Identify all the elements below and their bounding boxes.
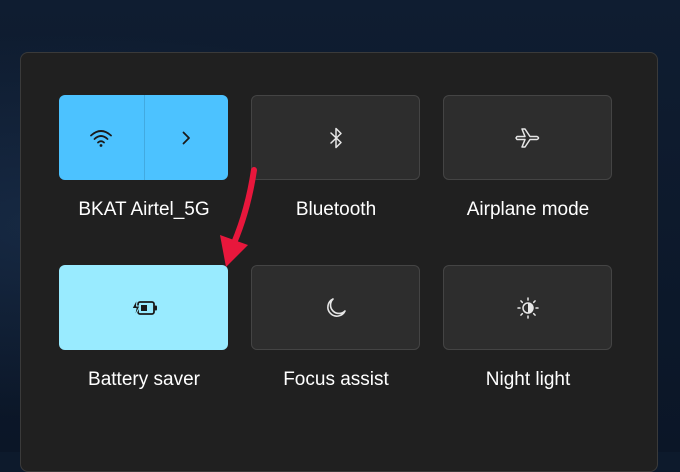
night-light-label: Night light	[485, 369, 571, 390]
battery-saver-label: Battery saver	[88, 369, 200, 390]
moon-icon	[324, 296, 348, 320]
focus-assist-button[interactable]	[251, 265, 420, 350]
battery-saver-icon	[128, 298, 160, 318]
airplane-icon	[514, 126, 542, 150]
wifi-label: BKAT Airtel_5G	[78, 199, 210, 220]
battery-saver-button[interactable]	[59, 265, 228, 350]
focus-assist-label: Focus assist	[283, 369, 389, 390]
airplane-mode-label: Airplane mode	[466, 199, 590, 220]
bluetooth-label: Bluetooth	[295, 199, 377, 220]
bluetooth-icon	[328, 126, 344, 150]
chevron-right-icon	[180, 130, 192, 146]
bluetooth-button[interactable]	[251, 95, 420, 180]
brightness-icon	[515, 295, 541, 321]
wifi-toggle-button[interactable]	[59, 95, 145, 180]
wifi-tile	[59, 95, 228, 180]
wifi-icon	[89, 128, 113, 148]
quick-settings-panel: BKAT Airtel_5G Bluetooth Airplane mode B…	[20, 52, 658, 472]
airplane-mode-button[interactable]	[443, 95, 612, 180]
night-light-button[interactable]	[443, 265, 612, 350]
wifi-networks-button[interactable]	[145, 95, 229, 180]
